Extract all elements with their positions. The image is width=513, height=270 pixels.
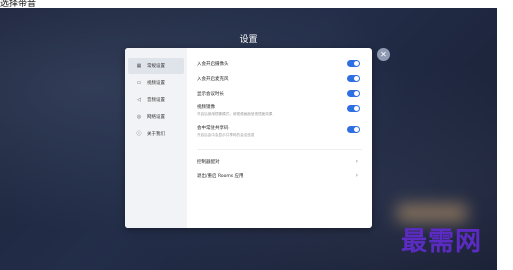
sidebar-item-about[interactable]: ⓘ 关于我们 xyxy=(128,126,184,142)
setting-description: 开启后使用镜像模式，使视频画面呈现镜面效果 xyxy=(197,112,273,116)
globe-icon: ◎ xyxy=(136,114,142,120)
settings-title: 设置 xyxy=(239,35,258,45)
link-label: 控制器配对 xyxy=(197,160,220,165)
sidebar-item-video[interactable]: ▭ 视频设置 xyxy=(128,75,184,91)
sidebar-item-general[interactable]: ▦ 常规设置 xyxy=(128,58,184,74)
chevron-right-icon: › xyxy=(355,158,358,165)
duration-toggle[interactable] xyxy=(347,90,360,97)
speaker-icon: ◁ xyxy=(137,97,141,103)
setting-label: 会中常驻共享码 xyxy=(197,126,229,131)
sidebar-item-audio[interactable]: ◁ 音频设置 xyxy=(128,92,184,108)
settings-content: 入会开启摄像头 入会开启麦克风 显示会议时长 视频镜像 开启后使用镜像模式，使视… xyxy=(187,48,372,228)
chevron-right-icon: › xyxy=(355,172,358,179)
setting-label: 视频镜像 xyxy=(197,105,215,110)
setting-label: 入会开启摄像头 xyxy=(197,61,229,67)
setting-row-mirror: 视频镜像 开启后使用镜像模式，使视频画面呈现镜面效果 xyxy=(197,101,362,122)
setting-description: 开启后会中会显示共享码的会议信息 xyxy=(197,133,255,137)
info-icon: ⓘ xyxy=(136,131,142,137)
sidebar-item-label: 常规设置 xyxy=(147,64,165,69)
watermark-logo: 最需网 xyxy=(401,227,483,257)
exit-restart-link[interactable]: 退出/重启 Rooms 应用 › xyxy=(197,169,362,183)
camera-icon: ▭ xyxy=(136,80,142,86)
settings-sidebar: ▦ 常规设置 ▭ 视频设置 ◁ 音频设置 ◎ 网络设置 ⓘ 关于我们 xyxy=(125,48,187,228)
sidebar-item-network[interactable]: ◎ 网络设置 xyxy=(128,109,184,125)
camera-toggle[interactable] xyxy=(347,60,360,67)
setting-row-share-code: 会中常驻共享码 开启后会中会显示共享码的会议信息 xyxy=(197,122,362,143)
close-button[interactable]: ✕ xyxy=(377,48,390,61)
mirror-toggle[interactable] xyxy=(347,105,360,112)
grid-icon: ▦ xyxy=(136,63,142,69)
setting-label: 显示会议时长 xyxy=(197,91,224,97)
background-glow xyxy=(397,204,467,222)
close-icon: ✕ xyxy=(380,50,387,59)
setting-row-microphone: 入会开启麦克风 xyxy=(197,71,362,86)
setting-label: 入会开启麦克风 xyxy=(197,76,229,82)
sidebar-item-label: 关于我们 xyxy=(147,132,165,137)
top-caption: 选择带音 xyxy=(0,0,37,8)
setting-row-camera: 入会开启摄像头 xyxy=(197,56,362,71)
link-label: 退出/重启 Rooms 应用 xyxy=(197,174,244,179)
sidebar-item-label: 视频设置 xyxy=(147,81,165,86)
microphone-toggle[interactable] xyxy=(347,75,360,82)
setting-row-duration: 显示会议时长 xyxy=(197,86,362,101)
divider xyxy=(197,149,362,150)
settings-panel: ▦ 常规设置 ▭ 视频设置 ◁ 音频设置 ◎ 网络设置 ⓘ 关于我们 入会开启摄… xyxy=(125,48,372,228)
sidebar-item-label: 网络设置 xyxy=(147,115,165,120)
controller-pairing-link[interactable]: 控制器配对 › xyxy=(197,155,362,169)
sidebar-item-label: 音频设置 xyxy=(147,98,165,103)
share-code-toggle[interactable] xyxy=(347,126,360,133)
